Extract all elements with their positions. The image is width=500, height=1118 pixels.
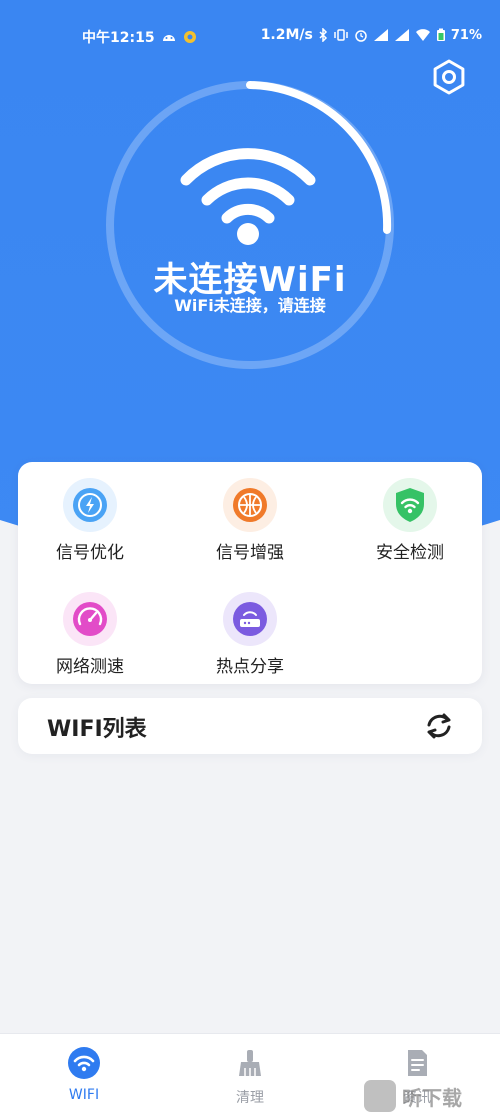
app-notification-icon — [183, 31, 196, 43]
tab-label: WIFI — [68, 1087, 100, 1103]
vibrate-icon — [334, 29, 348, 41]
signal-boost-icon — [63, 478, 117, 532]
connection-status-subtitle: WiFi未连接，请连接 — [174, 296, 326, 315]
document-icon — [408, 1050, 427, 1076]
android-icon — [162, 35, 175, 41]
battery-percent: 71% — [450, 27, 482, 43]
broom-icon — [239, 1050, 261, 1076]
tool-speed-test[interactable]: 网络测速 — [15, 590, 165, 677]
network-speed: 1.2M/s — [260, 27, 313, 43]
signal-icon — [373, 29, 388, 41]
router-icon — [223, 592, 277, 646]
wifi-list-title: WIFI列表 — [47, 717, 147, 742]
globe-icon — [223, 478, 277, 532]
tab-wifi[interactable]: WIFI — [24, 1046, 144, 1103]
wifi-big-icon — [180, 148, 316, 245]
shield-wifi-icon — [383, 478, 437, 532]
refresh-icon[interactable] — [424, 711, 454, 741]
tools-card: 信号优化 信号增强 安全检测 网络测速 热点分享 — [18, 462, 482, 684]
alarm-icon — [355, 30, 367, 42]
tool-label: 信号增强 — [216, 543, 284, 563]
tool-label: 信号优化 — [56, 543, 124, 563]
status-time: 中午12:15 — [82, 30, 155, 46]
tool-security-check[interactable]: 安全检测 — [335, 476, 485, 563]
bluetooth-icon — [319, 28, 327, 42]
gear-icon — [433, 59, 465, 95]
watermark-logo-icon — [364, 1080, 396, 1112]
battery-icon — [436, 28, 445, 41]
tool-signal-boost[interactable]: 信号增强 — [175, 476, 325, 563]
wifi-list-header: WIFI列表 — [18, 698, 482, 754]
speedometer-icon — [63, 592, 117, 646]
wifi-icon — [68, 1047, 100, 1079]
watermark-text: 听下载 — [402, 1085, 462, 1110]
tool-label: 热点分享 — [216, 657, 284, 677]
watermark: 听下载 — [364, 1080, 462, 1112]
settings-button[interactable] — [430, 58, 468, 96]
tab-label: 清理 — [236, 1090, 264, 1106]
tool-label: 网络测速 — [56, 657, 124, 677]
status-bar: 中午12:15 1.2M/s 71% — [0, 0, 500, 70]
wifi-status-icon — [415, 29, 430, 41]
signal-icon-2 — [394, 29, 409, 41]
tool-signal-optimize[interactable]: 信号优化 — [15, 476, 165, 563]
tool-label: 安全检测 — [376, 543, 444, 563]
tab-clean[interactable]: 清理 — [190, 1046, 310, 1107]
tool-hotspot-share[interactable]: 热点分享 — [175, 590, 325, 677]
